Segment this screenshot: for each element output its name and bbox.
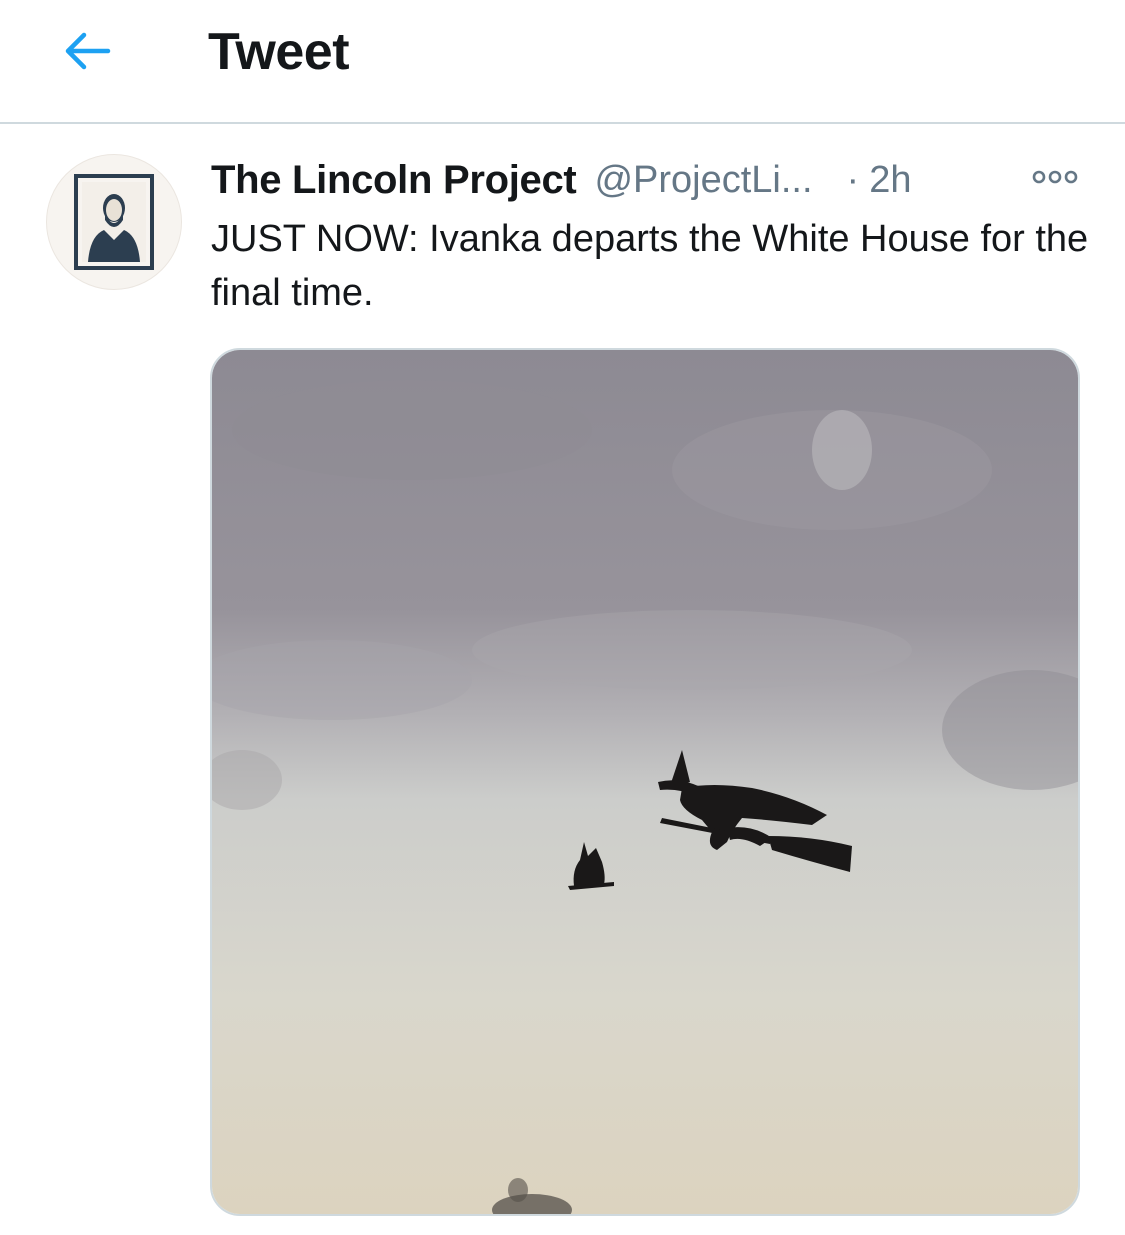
- back-button[interactable]: [52, 22, 122, 84]
- tweet-text: JUST NOW: Ivanka departs the White House…: [211, 218, 1089, 314]
- witch-on-broom-image: [212, 350, 1078, 1214]
- display-name[interactable]: The Lincoln Project: [211, 158, 577, 203]
- arrow-left-icon: [62, 31, 112, 76]
- separator-dot: ·: [846, 158, 860, 201]
- more-options-button[interactable]: [1026, 164, 1084, 194]
- lincoln-portrait-icon: [74, 174, 154, 270]
- timestamp[interactable]: 2h: [869, 159, 911, 202]
- tweet-header: The Lincoln Project @ProjectLi... · 2h: [211, 154, 1091, 206]
- avatar[interactable]: [46, 154, 182, 290]
- top-bar: Tweet: [0, 0, 1125, 124]
- user-handle[interactable]: @ProjectLi...: [594, 159, 812, 202]
- page-title: Tweet: [208, 23, 350, 81]
- tweet-media[interactable]: [210, 348, 1080, 1216]
- more-options-icon: [1030, 169, 1080, 190]
- tweet[interactable]: The Lincoln Project @ProjectLi... · 2h J…: [0, 124, 1125, 1235]
